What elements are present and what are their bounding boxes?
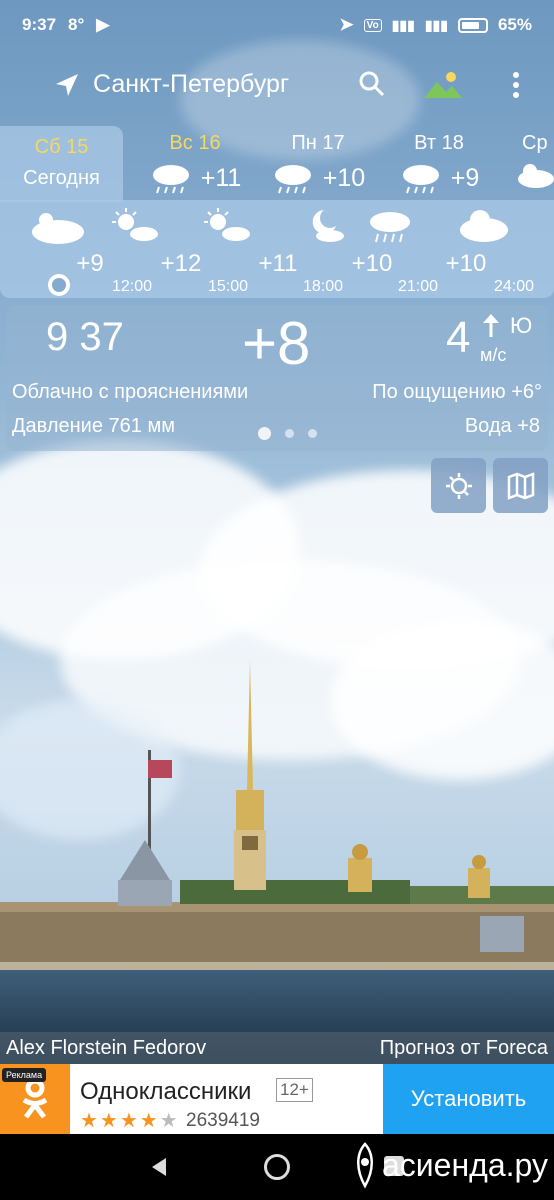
- rating-stars: ★★★★★: [80, 1110, 180, 1132]
- page-dot: [258, 427, 271, 440]
- pressure: Давление 761 мм: [12, 415, 175, 437]
- day-tab-monday[interactable]: Пн 17 +10: [256, 126, 380, 202]
- map-icon: [507, 471, 534, 500]
- day-temp: +10: [322, 163, 366, 192]
- current-time-marker: [48, 274, 70, 296]
- status-time: 9:37: [22, 15, 57, 34]
- hour-temp: +10: [351, 250, 393, 277]
- current-time: 9 37: [46, 315, 124, 359]
- play-icon: ▶: [96, 15, 110, 34]
- wind-speed: 4: [446, 313, 471, 362]
- ad-label: Реклама: [2, 1068, 47, 1082]
- rain-cloud-icon: [402, 165, 439, 194]
- wind-unit: м/с: [480, 345, 507, 365]
- hour-temp: +10: [445, 250, 487, 277]
- rain-cloud-icon: [152, 165, 189, 194]
- day-name: Ср: [522, 132, 548, 154]
- signal-icon: ▮▮▮: [391, 16, 415, 33]
- hour-time: 21:00: [397, 278, 439, 295]
- current-weather-card[interactable]: 9 37 +8 4 Ю м/с Облачно с прояснениями П…: [6, 305, 548, 451]
- partly-cloudy-icon: [518, 164, 554, 188]
- city-name[interactable]: Санкт-Петербург: [93, 70, 289, 99]
- ad-title: Одноклассники: [80, 1078, 252, 1105]
- credits-bar: Alex Florstein Fedorov Прогноз от Foreca: [0, 1032, 554, 1064]
- day-name: Вс 16: [169, 132, 221, 154]
- age-rating: 12+: [276, 1078, 313, 1102]
- hour-time: 18:00: [302, 278, 344, 295]
- current-temperature: +8: [242, 310, 311, 377]
- more-options-icon[interactable]: [506, 70, 526, 100]
- hour-time: 12:00: [111, 278, 153, 295]
- page-indicator: [258, 427, 317, 440]
- back-icon[interactable]: [148, 1156, 170, 1178]
- moon-cloud-icon: [312, 210, 344, 242]
- page-dot: [285, 429, 294, 438]
- battery-icon: [457, 17, 488, 33]
- sun-moon-button[interactable]: [431, 458, 486, 513]
- water-temperature: Вода +8: [464, 415, 540, 437]
- hour-time: 24:00: [493, 278, 535, 295]
- install-button[interactable]: Установить: [383, 1064, 554, 1134]
- day-tab-wednesday[interactable]: Ср: [510, 126, 554, 202]
- hour-temp: +12: [160, 250, 202, 277]
- map-button[interactable]: [493, 458, 548, 513]
- status-bar: 9:37 8° ▶ ➤ Vo ▮▮▮ ▮▮▮ 65%: [0, 0, 554, 50]
- daily-forecast-strip: Сб 15 Сегодня Вс 16 +11 Пн 17 +10 Вт 18 …: [0, 126, 554, 202]
- ok-logo-icon: [22, 1078, 48, 1119]
- hour-temp: +11: [258, 250, 298, 277]
- rating-count: 2639419: [186, 1110, 260, 1131]
- navigation-arrow-icon[interactable]: [52, 70, 82, 100]
- background-landscape-icon[interactable]: [422, 70, 464, 100]
- hour-time: 15:00: [207, 278, 249, 295]
- battery-percent: 65%: [497, 15, 532, 34]
- river-water: [0, 970, 554, 1032]
- volte-icon: Vo: [363, 18, 382, 32]
- hourly-forecast-panel: +9 +12 +11 +10 +10 12:00 15:00 18:00 21:…: [0, 200, 554, 298]
- day-tab-today[interactable]: Сб 15 Сегодня: [0, 126, 123, 202]
- site-watermark: асиенда.ру: [352, 1140, 548, 1190]
- ad-banner[interactable]: Реклама Одноклассники 12+ ★★★★★ 2639419 …: [0, 1064, 554, 1134]
- forecast-credit[interactable]: Прогноз от Foreca: [380, 1037, 548, 1060]
- sun-moon-icon: [445, 472, 472, 499]
- wind-direction: Ю: [510, 313, 533, 338]
- wind-direction-arrow-icon: [483, 314, 499, 337]
- day-name: Вт 18: [414, 132, 464, 154]
- app-bar: Санкт-Петербург: [0, 60, 554, 110]
- cloud-icon: [460, 210, 508, 242]
- sun-cloud-icon: [112, 208, 158, 241]
- day-name: Пн 17: [291, 132, 345, 154]
- day-temp: +11: [200, 163, 242, 192]
- location-arrow-icon: ➤: [339, 15, 354, 34]
- feels-like: По ощущению +6°: [372, 381, 542, 403]
- status-temp: 8°: [68, 15, 85, 34]
- signal-icon-2: ▮▮▮: [424, 16, 448, 33]
- cloudy-sun-icon: [32, 213, 84, 244]
- day-subtitle: Сегодня: [23, 167, 100, 189]
- home-icon[interactable]: [264, 1154, 290, 1180]
- sun-cloud-icon: [204, 208, 250, 241]
- search-icon[interactable]: [358, 70, 386, 98]
- watermark-text: асиенда.ру: [382, 1146, 548, 1183]
- watermark-logo-icon: [357, 1142, 373, 1189]
- rain-cloud-icon: [274, 165, 311, 194]
- day-name: Сб 15: [34, 136, 89, 158]
- rain-cloud-icon: [370, 212, 410, 243]
- day-temp: +9: [450, 163, 480, 192]
- page-dot: [308, 429, 317, 438]
- photo-credit[interactable]: Alex Florstein Fedorov: [6, 1037, 206, 1060]
- day-tab-sunday[interactable]: Вс 16 +11: [130, 126, 260, 202]
- day-tab-tuesday[interactable]: Вт 18 +9: [380, 126, 498, 202]
- weather-description: Облачно с прояснениями: [12, 381, 249, 403]
